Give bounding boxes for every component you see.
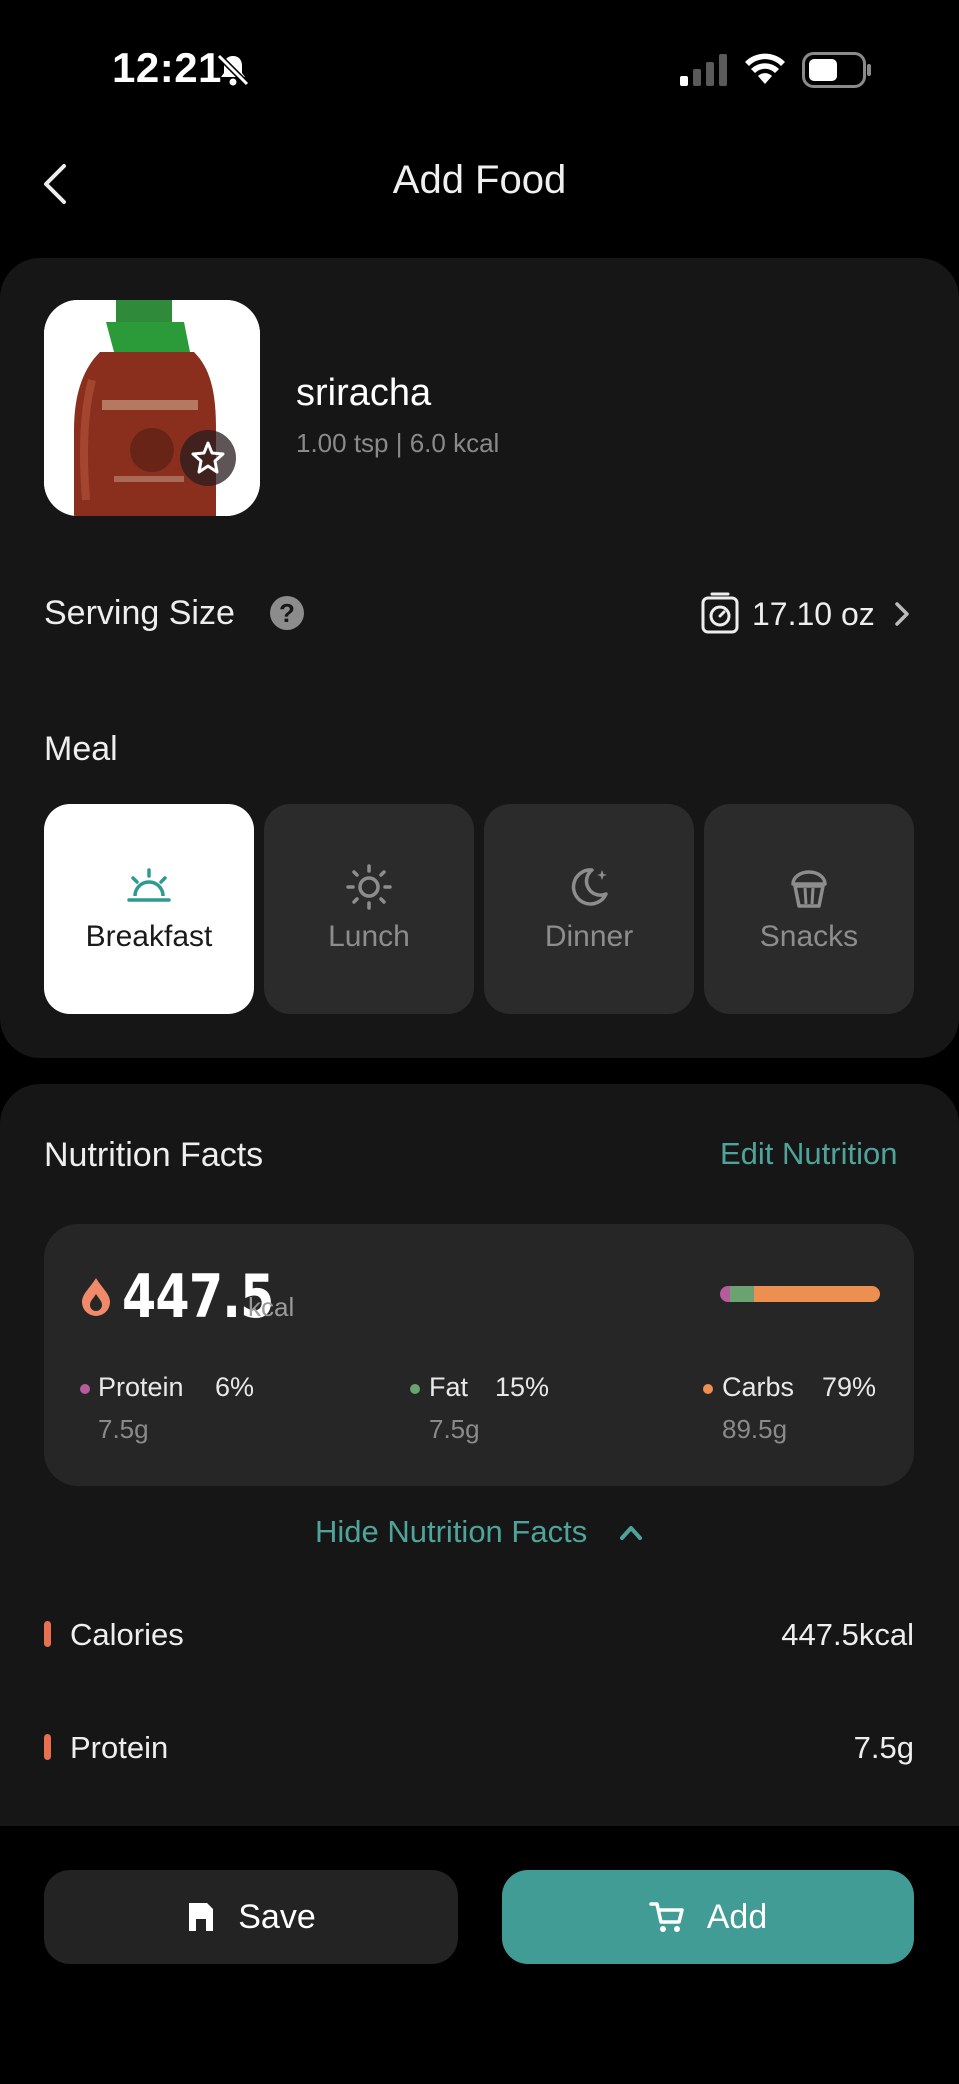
silent-bell-icon — [216, 53, 250, 87]
meal-option-label: Lunch — [328, 920, 410, 953]
star-icon — [191, 441, 225, 474]
cellular-signal-icon — [680, 54, 727, 86]
protein-row-label: Protein — [70, 1730, 169, 1765]
macro-fat-grams: 7.5g — [429, 1414, 480, 1444]
sun-icon — [346, 864, 392, 910]
calories-unit: kcal — [248, 1292, 295, 1322]
save-icon — [189, 1903, 214, 1931]
meal-option-label: Breakfast — [85, 920, 213, 953]
save-button-label: Save — [238, 1897, 316, 1936]
add-button[interactable]: Add — [502, 1870, 914, 1964]
macro-protein-grams: 7.5g — [98, 1414, 149, 1444]
macro-distribution-bar — [720, 1286, 880, 1302]
meal-option-lunch[interactable]: Lunch — [264, 804, 474, 1014]
nutrition-facts-title: Nutrition Facts — [44, 1136, 264, 1174]
calories-row-label: Calories — [70, 1617, 184, 1652]
carbs-dot — [703, 1384, 713, 1394]
macro-bar-segment-fat — [729, 1286, 754, 1302]
macro-carbs-name: Carbs — [722, 1372, 795, 1402]
cart-icon — [649, 1902, 684, 1932]
meal-option-label: Snacks — [759, 920, 859, 953]
macro-carbs-grams: 89.5g — [722, 1414, 788, 1444]
protein-dot — [80, 1384, 90, 1394]
protein-row-marker — [44, 1734, 51, 1760]
meal-option-dinner[interactable]: Dinner — [484, 804, 694, 1014]
chevron-up-icon[interactable] — [618, 1522, 644, 1542]
save-button[interactable]: Save — [44, 1870, 458, 1964]
favorite-button[interactable] — [180, 430, 236, 486]
meal-option-label: Dinner — [544, 920, 634, 953]
chevron-right-icon[interactable] — [892, 600, 912, 628]
protein-row-value: 7.5g — [853, 1730, 914, 1765]
macro-bar-segment-protein — [720, 1286, 730, 1302]
macro-fat-percent: 15% — [495, 1372, 550, 1402]
meal-option-breakfast[interactable]: Breakfast — [44, 804, 254, 1014]
calories-row-value: 447.5kcal — [781, 1617, 914, 1652]
macro-fat-name: Fat — [429, 1372, 469, 1402]
sunrise-icon — [127, 868, 171, 902]
fat-dot — [410, 1384, 420, 1394]
wifi-icon — [745, 53, 785, 84]
hide-nutrition-facts-toggle[interactable]: Hide Nutrition Facts — [315, 1514, 587, 1550]
flame-drop-icon — [82, 1278, 110, 1316]
serving-size-value[interactable]: 17.10 oz — [752, 596, 875, 633]
status-time: 12:21 — [112, 44, 222, 91]
macro-protein-percent: 6% — [215, 1372, 255, 1402]
help-icon[interactable]: ? — [270, 596, 304, 630]
edit-nutrition-link[interactable]: Edit Nutrition — [720, 1136, 897, 1172]
serving-size-label: Serving Size — [44, 594, 235, 632]
add-button-label: Add — [706, 1897, 768, 1936]
calories-row-marker — [44, 1621, 51, 1647]
battery-icon — [802, 52, 871, 88]
meal-label: Meal — [44, 730, 118, 768]
macro-carbs-percent: 79% — [822, 1372, 877, 1402]
food-name: sriracha — [296, 372, 432, 414]
macro-protein-name: Protein — [98, 1372, 184, 1402]
scale-icon — [701, 592, 739, 634]
cupcake-icon — [791, 870, 827, 908]
page-title: Add Food — [392, 158, 567, 202]
meal-option-snacks[interactable]: Snacks — [704, 804, 914, 1014]
food-serving-summary: 1.00 tsp | 6.0 kcal — [296, 428, 500, 458]
moon-icon — [571, 868, 608, 906]
macro-bar-segment-carbs — [753, 1286, 880, 1302]
